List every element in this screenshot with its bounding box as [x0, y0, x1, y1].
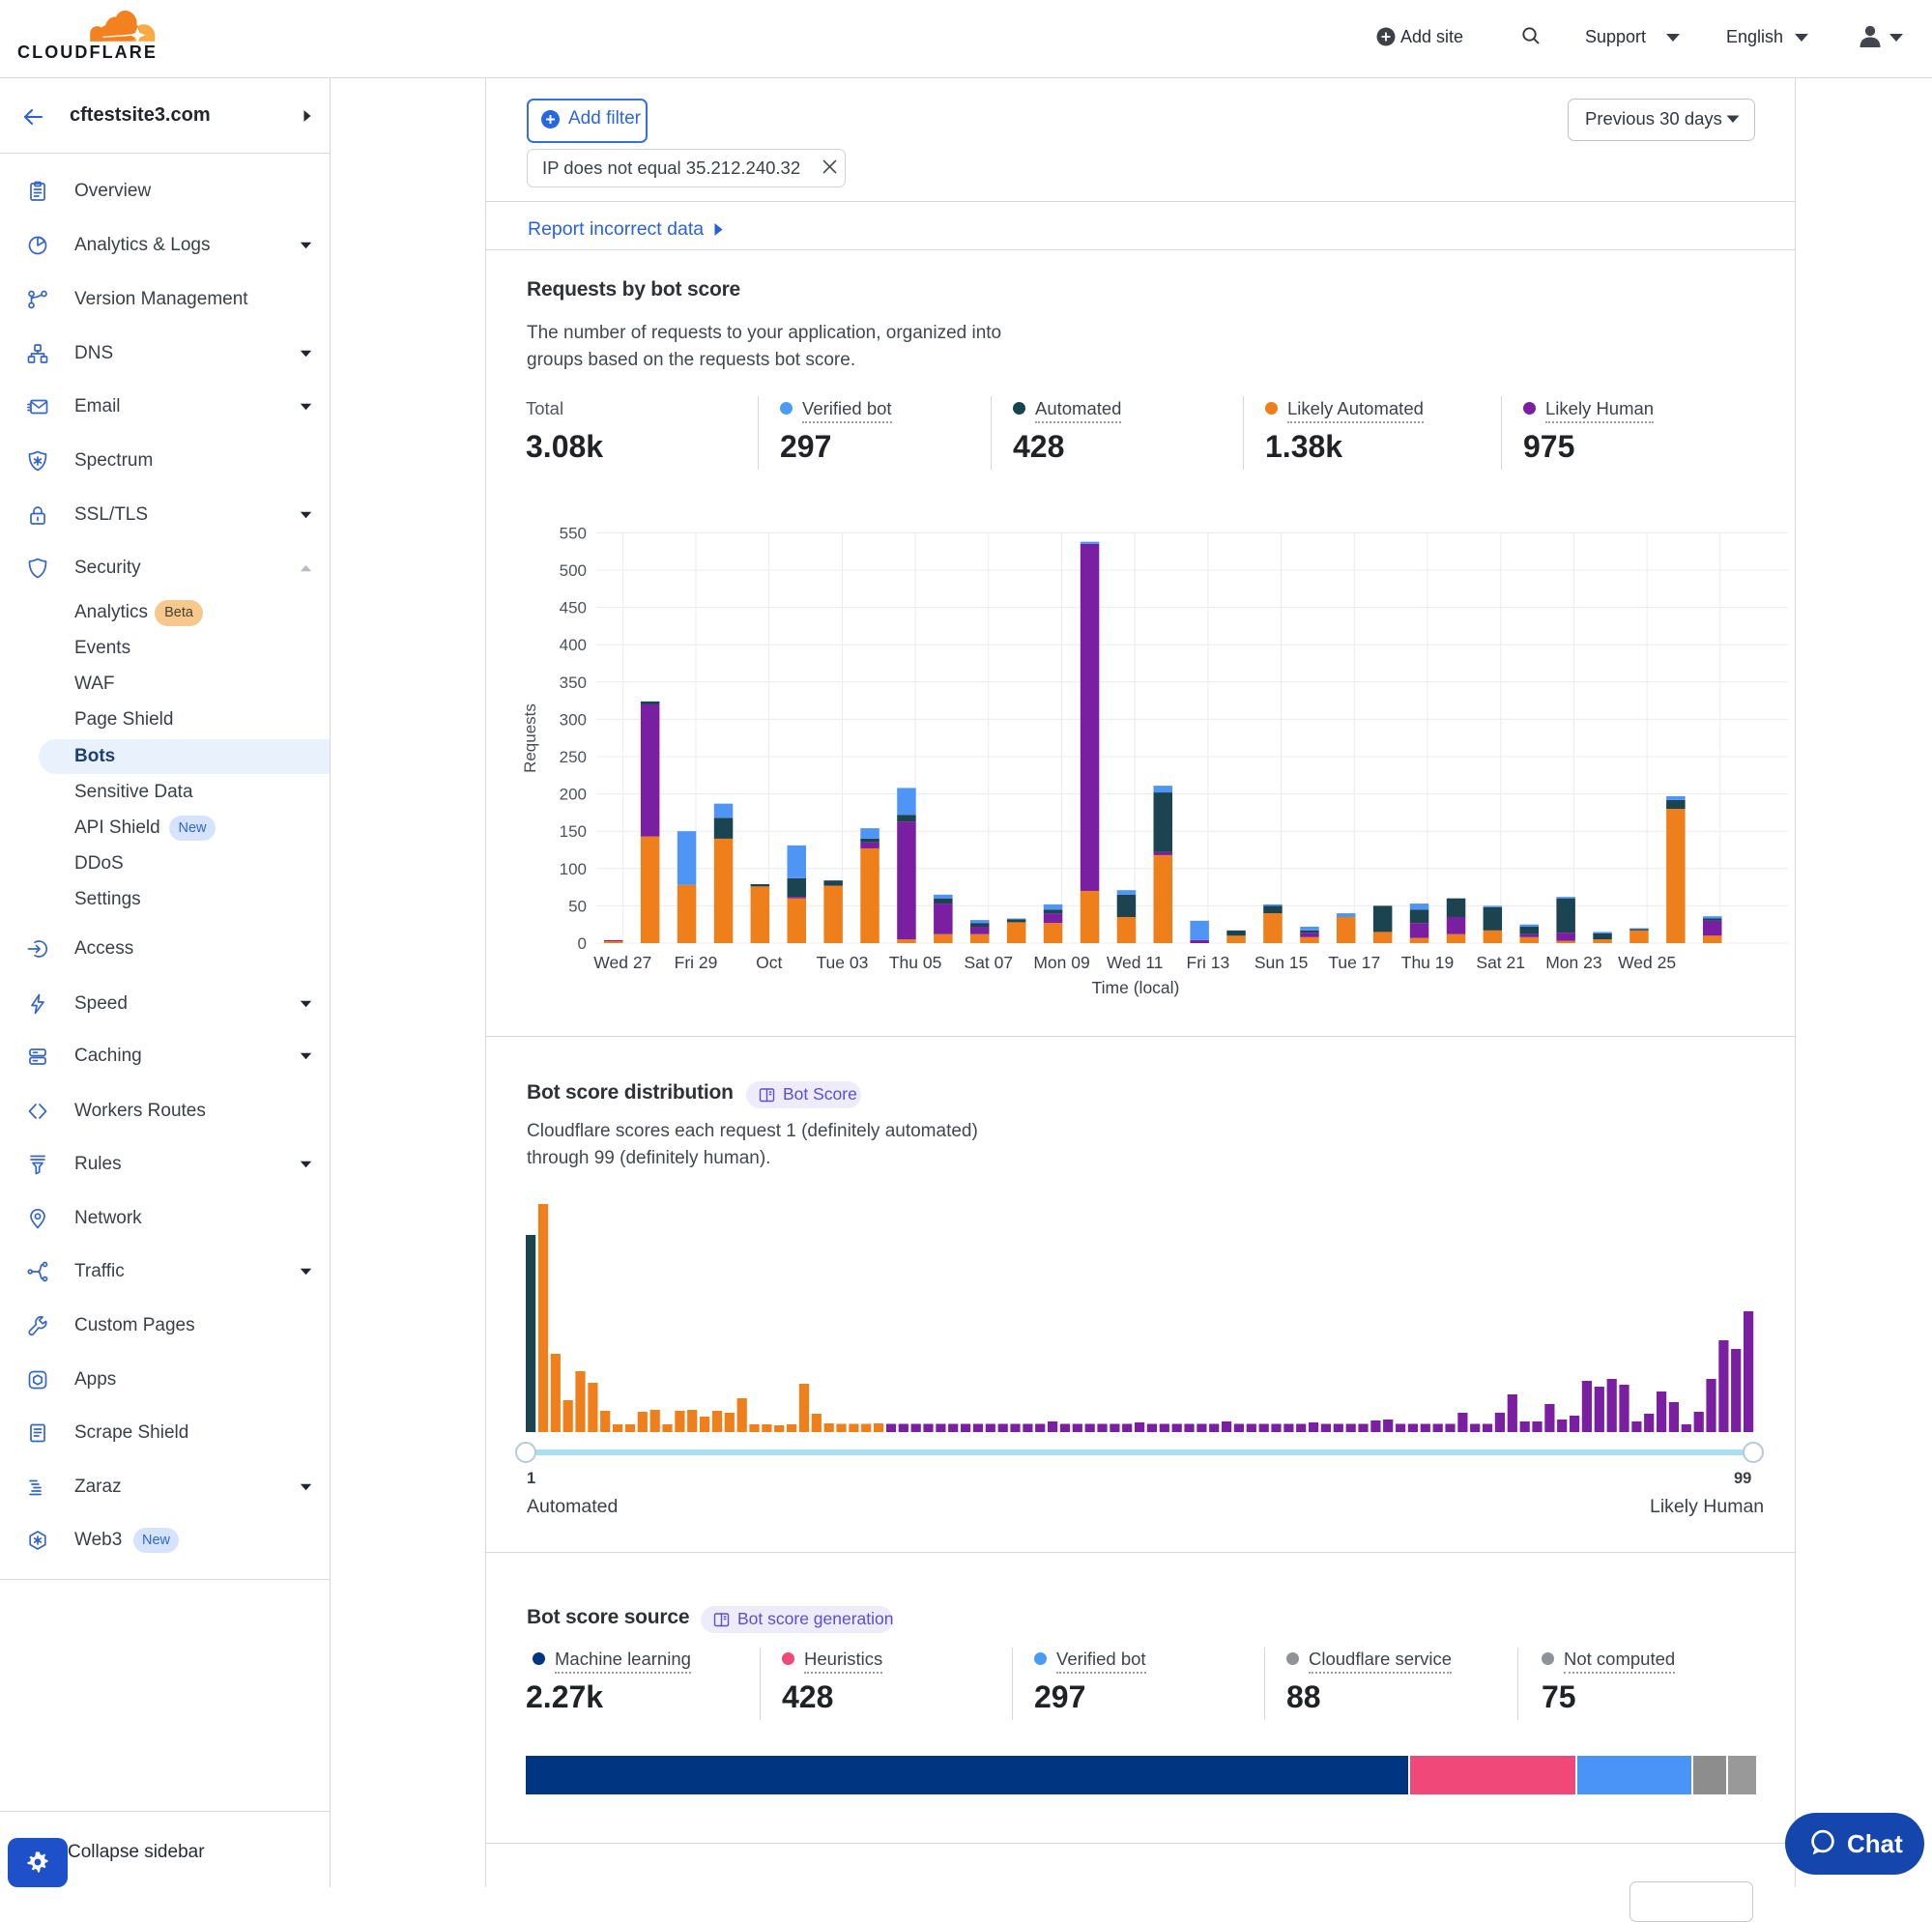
- svg-text:Tue 03: Tue 03: [816, 953, 868, 972]
- svg-text:400: 400: [560, 636, 587, 654]
- svg-text:350: 350: [560, 674, 587, 692]
- svg-text:Time (local): Time (local): [1092, 978, 1180, 997]
- svg-text:Wed 25: Wed 25: [1618, 953, 1676, 972]
- svg-text:Mon 23: Mon 23: [1545, 953, 1601, 972]
- svg-text:Sat 21: Sat 21: [1476, 953, 1525, 972]
- svg-text:0: 0: [578, 934, 587, 953]
- svg-text:300: 300: [560, 710, 587, 729]
- svg-text:500: 500: [560, 561, 587, 580]
- svg-text:450: 450: [560, 599, 587, 617]
- svg-text:100: 100: [560, 860, 587, 878]
- svg-text:Sat 07: Sat 07: [964, 953, 1013, 972]
- svg-text:Wed 27: Wed 27: [593, 953, 651, 972]
- svg-text:250: 250: [560, 748, 587, 766]
- svg-text:Sun 15: Sun 15: [1254, 953, 1308, 972]
- svg-text:200: 200: [560, 786, 587, 804]
- svg-text:50: 50: [568, 897, 587, 915]
- svg-text:Fri 13: Fri 13: [1187, 953, 1230, 972]
- svg-text:Tue 17: Tue 17: [1328, 953, 1380, 972]
- svg-text:Wed 11: Wed 11: [1107, 953, 1164, 972]
- svg-text:550: 550: [560, 524, 587, 542]
- svg-text:Fri 29: Fri 29: [675, 953, 718, 972]
- svg-text:150: 150: [560, 822, 587, 841]
- svg-text:Mon 09: Mon 09: [1033, 953, 1089, 972]
- svg-text:Oct: Oct: [756, 953, 782, 972]
- svg-text:Thu 19: Thu 19: [1401, 953, 1454, 972]
- svg-text:Thu 05: Thu 05: [889, 953, 941, 972]
- svg-text:Requests: Requests: [521, 703, 539, 773]
